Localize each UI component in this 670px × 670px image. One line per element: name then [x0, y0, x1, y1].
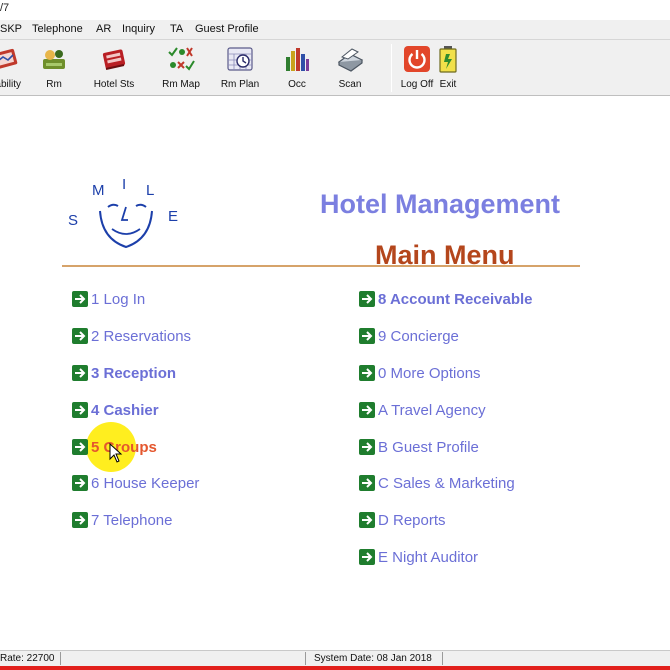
status-bar: Rate: 22700 System Date: 08 Jan 2018 [0, 650, 670, 666]
arrow-right-icon [359, 512, 375, 528]
room-status-button[interactable]: Rm [36, 40, 72, 96]
scan-label: Scan [338, 79, 362, 90]
menu-item-label: E Night Auditor [378, 549, 479, 566]
menu-item-label: 7 Telephone [91, 512, 173, 529]
window-title-bar: /7 [0, 0, 670, 18]
menu-item-label: 3 Reception [91, 365, 177, 382]
menu-item-label: 4 Cashier [91, 402, 159, 419]
title-divider [62, 265, 580, 267]
arrow-right-icon [72, 439, 88, 455]
menu-item-label: C Sales & Marketing [378, 475, 515, 492]
availability-icon [0, 48, 18, 70]
scanner-icon [337, 48, 364, 72]
arrow-right-icon [72, 402, 88, 418]
bottom-stripe [0, 666, 670, 670]
app-title: Hotel Management [320, 189, 561, 219]
occupancy-button[interactable]: Occ [280, 40, 314, 96]
menu-item-label: D Reports [378, 512, 446, 529]
menu-item-label: A Travel Agency [378, 402, 486, 419]
menu-item-label: 6 House Keeper [91, 475, 200, 492]
status-divider [60, 652, 61, 665]
arrow-right-icon [359, 328, 375, 344]
menu-item-label: B Guest Profile [378, 439, 479, 456]
arrow-right-icon [72, 328, 88, 344]
menu-skp[interactable]: SKP [0, 23, 22, 35]
room-map-icon [168, 47, 195, 71]
status-system-date: System Date: 08 Jan 2018 [314, 653, 432, 664]
room-plan-button[interactable]: Rm Plan [218, 40, 262, 96]
power-icon [404, 46, 430, 72]
main-menu-panel: S M I L E Hotel Management Main Menu 1 L… [0, 97, 670, 650]
menu-ta[interactable]: TA [170, 23, 183, 35]
logo-letter-m: M [92, 182, 105, 199]
logo-letter-e: E [168, 208, 178, 225]
exit-button[interactable]: Exit [436, 40, 460, 96]
menu-telephone[interactable]: Telephone [32, 23, 83, 35]
mouse-pointer-icon [109, 443, 123, 463]
arrow-right-icon [359, 439, 375, 455]
arrow-right-icon [359, 365, 375, 381]
arrow-right-icon [359, 291, 375, 307]
menu-item-label: 8 Account Receivable [378, 291, 533, 308]
arrow-right-icon [359, 475, 375, 491]
logo-letter-i: I [122, 176, 126, 193]
occupancy-chart-icon [286, 48, 309, 71]
status-divider [305, 652, 306, 665]
arrow-right-icon [359, 549, 375, 565]
exit-label: Exit [439, 79, 457, 90]
arrow-right-icon [72, 512, 88, 528]
room-status-icon [43, 50, 65, 69]
menu-item-label: 0 More Options [378, 365, 481, 382]
hotel-status-button[interactable]: Hotel Sts [90, 40, 138, 96]
menu-bar: SKP Telephone AR Inquiry TA Guest Profil… [0, 20, 670, 40]
menu-item-label: 9 Concierge [378, 328, 459, 345]
status-divider [442, 652, 443, 665]
menu-guest-profile[interactable]: Guest Profile [195, 23, 259, 35]
arrow-right-icon [72, 475, 88, 491]
menu-ar[interactable]: AR [96, 23, 111, 35]
logo-letter-l: L [146, 182, 154, 199]
menu-inquiry[interactable]: Inquiry [122, 23, 155, 35]
arrow-right-icon [72, 291, 88, 307]
menu-item-label: 5 Groups [91, 439, 157, 456]
logo-letter-s: S [68, 212, 78, 229]
arrow-right-icon [72, 365, 88, 381]
menu-item-label: 2 Reservations [91, 328, 192, 345]
window-title: /7 [0, 2, 10, 14]
room-plan-icon [227, 47, 253, 71]
hotel-status-icon [102, 49, 126, 70]
scan-button[interactable]: Scan [332, 40, 368, 96]
toolbar: ilability Rm Hotel Sts Rm Map [0, 40, 670, 96]
smile-logo: S M I L E [68, 176, 178, 249]
menu-item-label: 1 Log In [91, 291, 146, 308]
arrow-right-icon [359, 402, 375, 418]
battery-exit-icon [439, 46, 457, 73]
status-rate: Rate: 22700 [0, 653, 55, 664]
